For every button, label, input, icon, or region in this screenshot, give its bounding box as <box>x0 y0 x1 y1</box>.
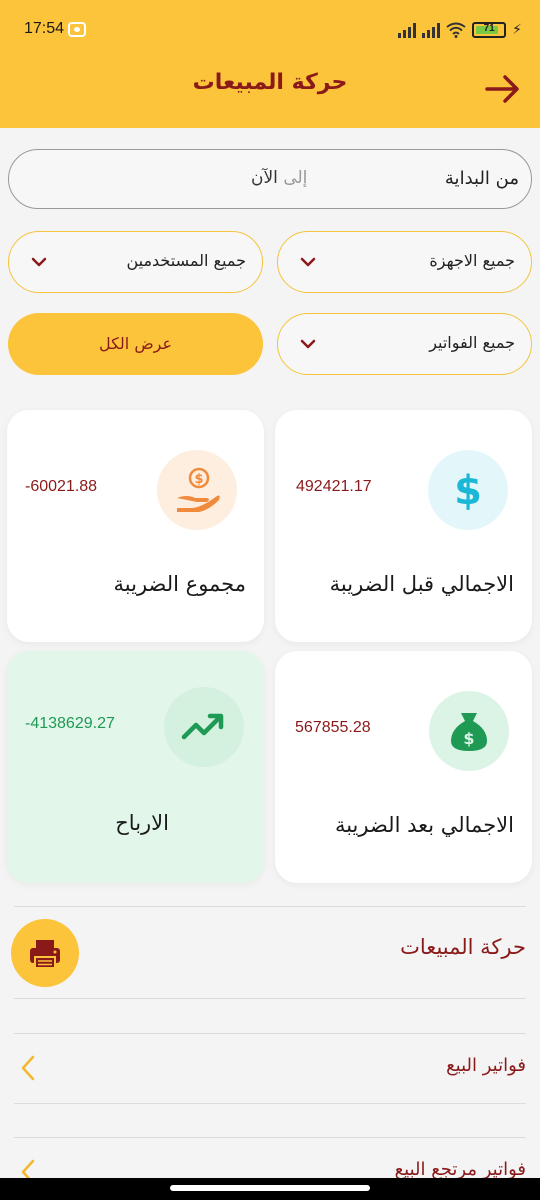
card-profits[interactable]: -4138629.27 الارباح <box>7 651 264 883</box>
before-tax-value: 492421.17 <box>296 478 372 495</box>
svg-text:$: $ <box>454 468 482 514</box>
chevron-down-icon <box>300 339 316 349</box>
profits-label: الارباح <box>115 811 169 835</box>
list-item-label: فواتير مرتجع البيع <box>394 1159 526 1180</box>
charging-icon: ⚡ <box>512 22 522 38</box>
status-bar: 17:54 71 ⚡ <box>0 0 540 60</box>
date-from-label: من البداية <box>444 168 519 189</box>
status-icons: 71 ⚡ <box>398 22 522 38</box>
svg-text:$: $ <box>463 729 474 748</box>
arrow-right-icon[interactable] <box>484 70 522 108</box>
card-total-before-tax[interactable]: $ 492421.17 الاجمالي قبل الضريبة <box>275 410 532 642</box>
status-time: 17:54 <box>24 20 65 37</box>
section-title: حركة المبيعات <box>400 935 526 959</box>
date-to-label: إلى الآن <box>251 168 308 188</box>
printer-icon <box>30 940 60 969</box>
screen-record-icon <box>68 22 86 37</box>
invoices-dropdown[interactable]: جميع الفواتير <box>277 313 532 375</box>
after-tax-value: 567855.28 <box>295 719 371 736</box>
devices-dropdown-label: جميع الاجهزة <box>429 251 515 270</box>
print-button[interactable] <box>11 919 79 987</box>
divider <box>14 906 526 907</box>
battery-icon: 71 <box>472 22 507 38</box>
card-total-after-tax[interactable]: $ 567855.28 الاجمالي بعد الضريبة <box>275 651 532 883</box>
tax-total-value: -60021.88 <box>25 478 98 495</box>
hand-coin-icon: $ <box>157 450 237 530</box>
chevron-down-icon <box>300 257 316 267</box>
date-range-field[interactable]: من البداية إلى الآن <box>8 149 532 209</box>
dollar-icon: $ <box>428 450 508 530</box>
divider <box>14 998 526 999</box>
card-tax-total[interactable]: $ -60021.88 مجموع الضريبة <box>7 410 264 642</box>
before-tax-label: الاجمالي قبل الضريبة <box>329 572 514 596</box>
users-dropdown-label: جميع المستخدمين <box>126 251 246 270</box>
divider <box>14 1137 526 1138</box>
home-indicator[interactable] <box>170 1185 370 1191</box>
trending-up-icon <box>164 687 244 767</box>
divider <box>14 1033 526 1034</box>
after-tax-label: الاجمالي بعد الضريبة <box>334 813 514 837</box>
show-all-button[interactable]: عرض الكل <box>8 313 263 375</box>
money-bag-icon: $ <box>429 691 509 771</box>
users-dropdown[interactable]: جميع المستخدمين <box>8 231 263 293</box>
wifi-icon <box>446 22 466 38</box>
profits-value: -4138629.27 <box>25 715 115 732</box>
battery-level: 71 <box>483 23 495 34</box>
divider <box>14 1103 526 1104</box>
signal-icon <box>398 22 417 38</box>
svg-text:$: $ <box>194 472 203 487</box>
chevron-left-icon <box>21 1055 35 1081</box>
chevron-down-icon <box>31 257 47 267</box>
page-title: حركة المبيعات <box>192 70 348 95</box>
list-item-label: فواتير البيع <box>446 1055 526 1076</box>
system-nav-bar <box>0 1178 540 1200</box>
devices-dropdown[interactable]: جميع الاجهزة <box>277 231 532 293</box>
invoices-dropdown-label: جميع الفواتير <box>429 333 515 352</box>
tax-total-label: مجموع الضريبة <box>113 572 246 596</box>
signal-icon <box>422 22 441 38</box>
